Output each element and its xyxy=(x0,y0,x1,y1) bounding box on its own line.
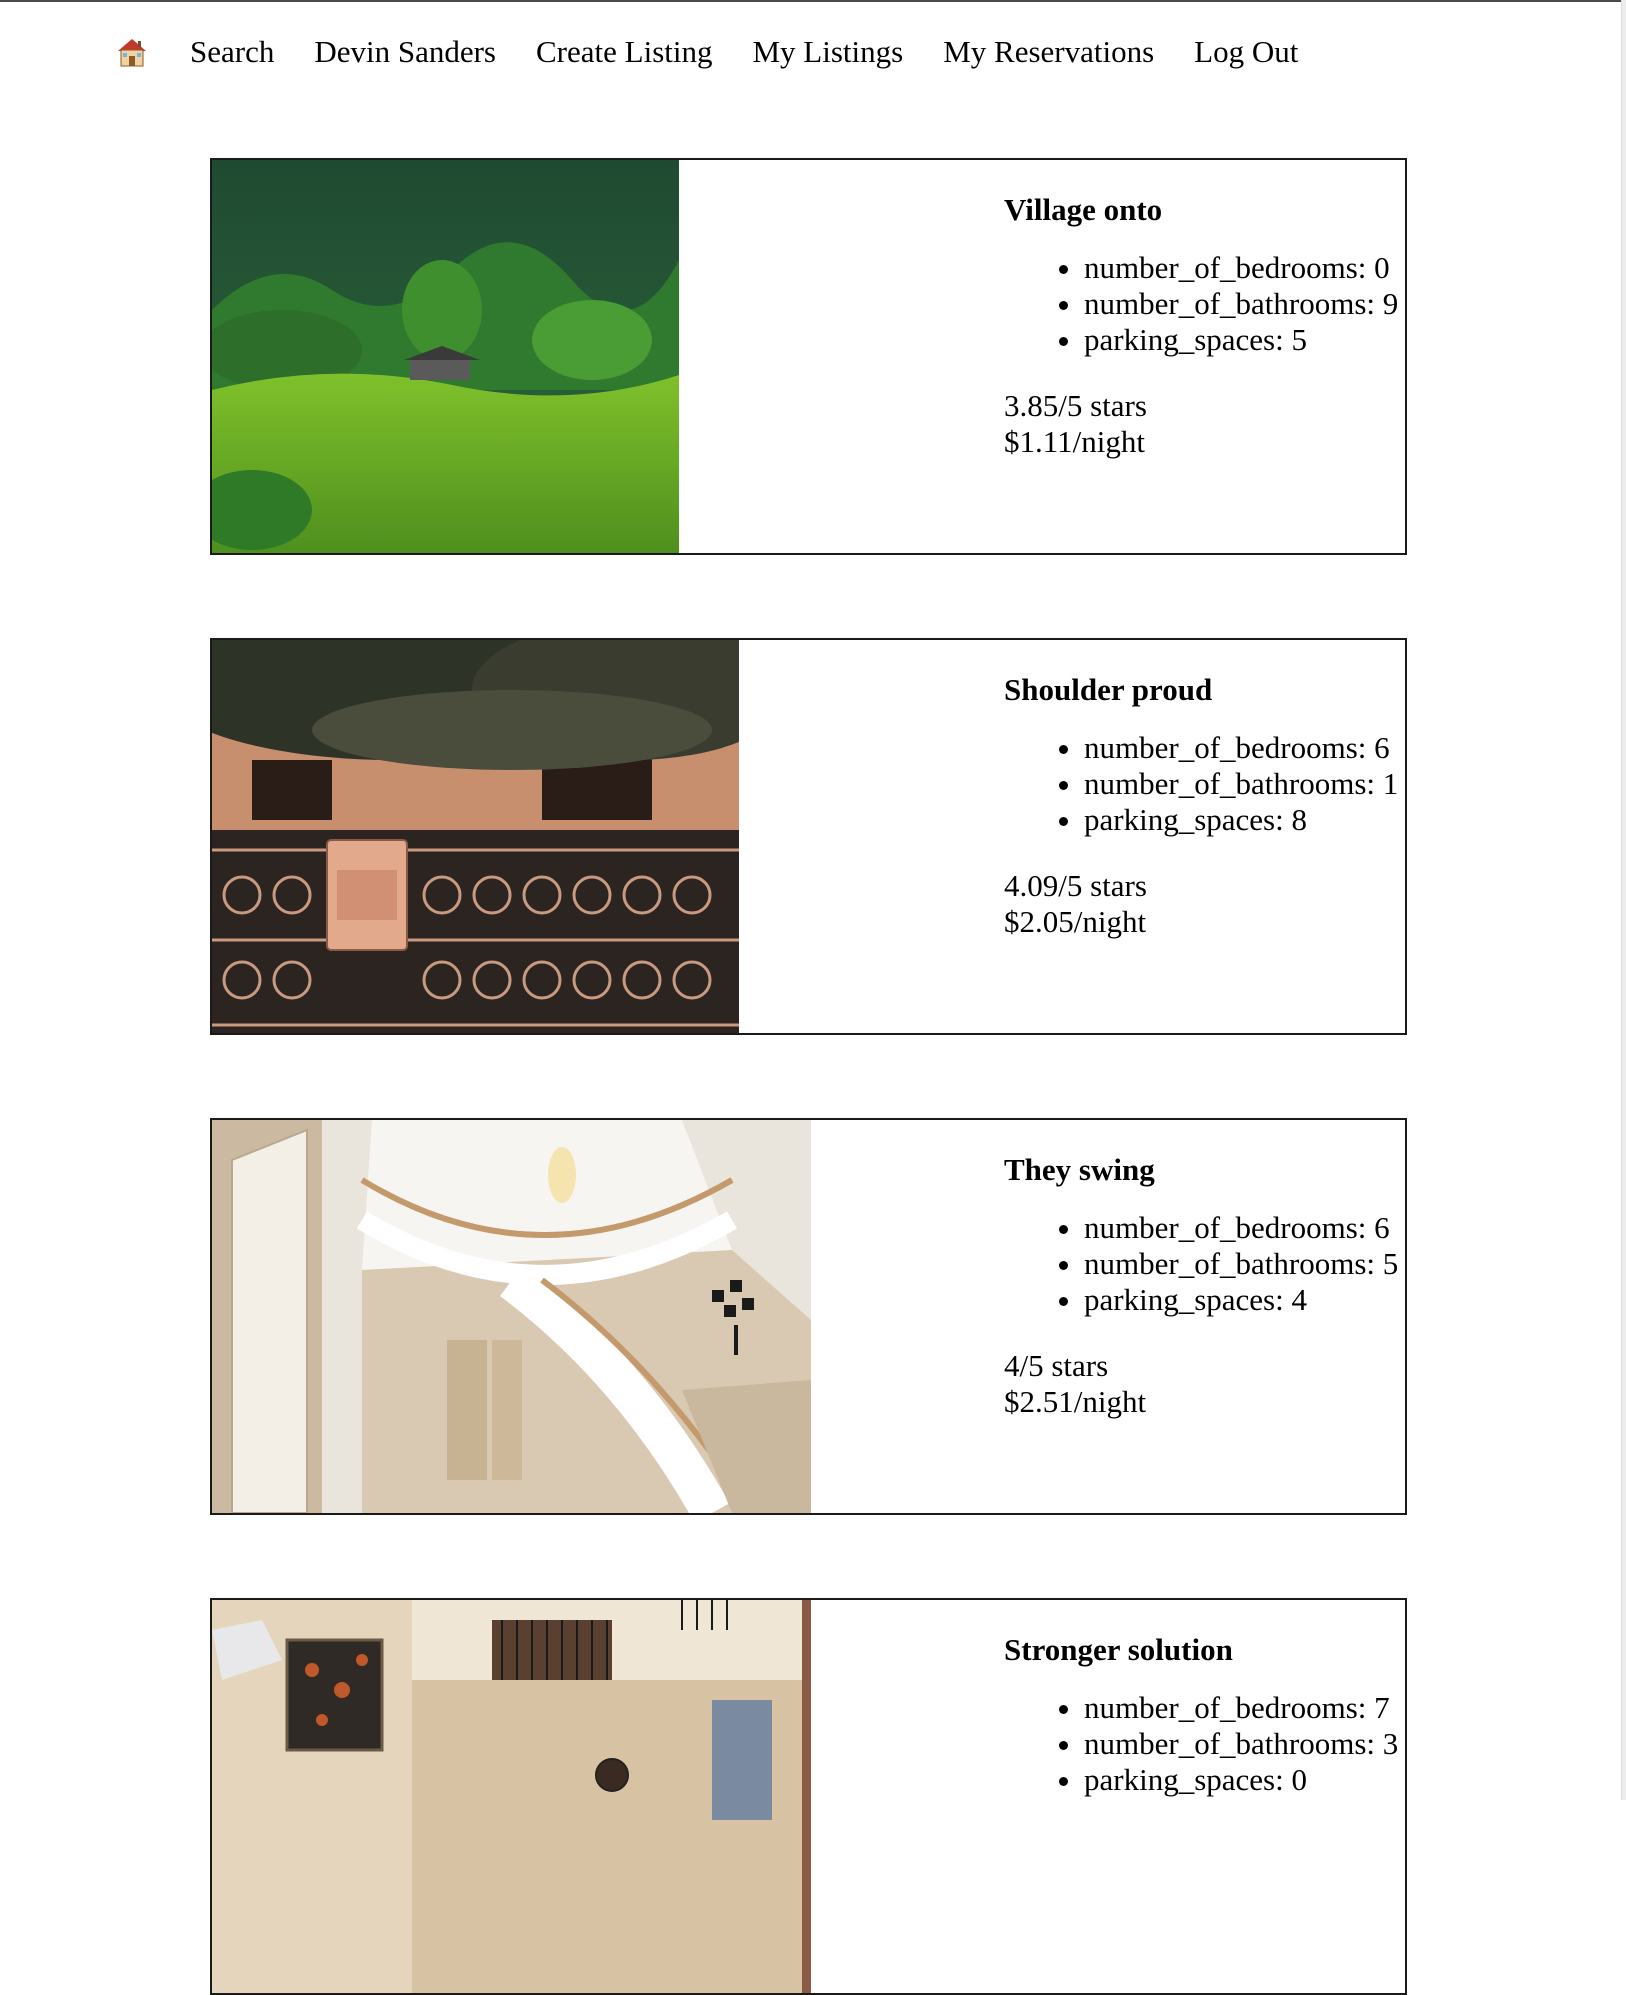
listing-card[interactable]: They swing number_of_bedrooms: 6 number_… xyxy=(210,1118,1407,1515)
nav-create-listing[interactable]: Create Listing xyxy=(536,30,712,74)
attribute-bedrooms: number_of_bedrooms: 7 xyxy=(1084,1690,1404,1726)
listing-price: $2.51/night xyxy=(1004,1384,1147,1419)
listing-title[interactable]: Village onto xyxy=(1004,190,1404,230)
listing-details: Shoulder proud number_of_bedrooms: 6 num… xyxy=(1004,670,1404,940)
home-link[interactable] xyxy=(114,34,150,70)
listing-photo xyxy=(212,640,739,1033)
nav-my-reservations[interactable]: My Reservations xyxy=(943,30,1154,74)
listing-photo xyxy=(212,1120,811,1513)
listing-details: Stronger solution number_of_bedrooms: 7 … xyxy=(1004,1630,1404,1798)
listing-card[interactable]: Shoulder proud number_of_bedrooms: 6 num… xyxy=(210,638,1407,1035)
listing-title[interactable]: Shoulder proud xyxy=(1004,670,1404,710)
listing-card[interactable]: Stronger solution number_of_bedrooms: 7 … xyxy=(210,1598,1407,1995)
attribute-parking: parking_spaces: 5 xyxy=(1084,322,1404,358)
listing-title[interactable]: They swing xyxy=(1004,1150,1404,1190)
listing-attributes: number_of_bedrooms: 0 number_of_bathroom… xyxy=(1004,250,1404,358)
attribute-bedrooms: number_of_bedrooms: 6 xyxy=(1084,730,1404,766)
attribute-parking: parking_spaces: 4 xyxy=(1084,1282,1404,1318)
listing-details: Village onto number_of_bedrooms: 0 numbe… xyxy=(1004,190,1404,460)
nav-user-profile[interactable]: Devin Sanders xyxy=(314,30,496,74)
page-scrollbar[interactable] xyxy=(1621,0,1626,1800)
attribute-parking: parking_spaces: 8 xyxy=(1084,802,1404,838)
top-navigation: Search Devin Sanders Create Listing My L… xyxy=(114,30,1338,74)
listing-photo xyxy=(212,160,679,553)
attribute-bathrooms: number_of_bathrooms: 5 xyxy=(1084,1246,1404,1282)
listing-price: $1.11/night xyxy=(1004,424,1145,459)
attribute-bathrooms: number_of_bathrooms: 9 xyxy=(1084,286,1404,322)
window-top-border xyxy=(0,0,1626,2)
attribute-bathrooms: number_of_bathrooms: 3 xyxy=(1084,1726,1404,1762)
attribute-parking: parking_spaces: 0 xyxy=(1084,1762,1404,1798)
listing-attributes: number_of_bedrooms: 6 number_of_bathroom… xyxy=(1004,730,1404,838)
nav-search[interactable]: Search xyxy=(190,30,274,74)
listing-details: They swing number_of_bedrooms: 6 number_… xyxy=(1004,1150,1404,1420)
listing-title[interactable]: Stronger solution xyxy=(1004,1630,1404,1670)
attribute-bedrooms: number_of_bedrooms: 0 xyxy=(1084,250,1404,286)
listing-card[interactable]: Village onto number_of_bedrooms: 0 numbe… xyxy=(210,158,1407,555)
house-icon xyxy=(118,39,146,67)
nav-my-listings[interactable]: My Listings xyxy=(752,30,903,74)
listing-rating: 3.85/5 stars xyxy=(1004,388,1147,423)
listing-rating: 4.09/5 stars xyxy=(1004,868,1147,903)
listing-attributes: number_of_bedrooms: 6 number_of_bathroom… xyxy=(1004,1210,1404,1318)
listing-attributes: number_of_bedrooms: 7 number_of_bathroom… xyxy=(1004,1690,1404,1798)
listing-photo xyxy=(212,1600,811,1993)
attribute-bathrooms: number_of_bathrooms: 1 xyxy=(1084,766,1404,802)
listing-rating: 4/5 stars xyxy=(1004,1348,1109,1383)
listing-price: $2.05/night xyxy=(1004,904,1147,939)
nav-log-out[interactable]: Log Out xyxy=(1194,30,1298,74)
attribute-bedrooms: number_of_bedrooms: 6 xyxy=(1084,1210,1404,1246)
